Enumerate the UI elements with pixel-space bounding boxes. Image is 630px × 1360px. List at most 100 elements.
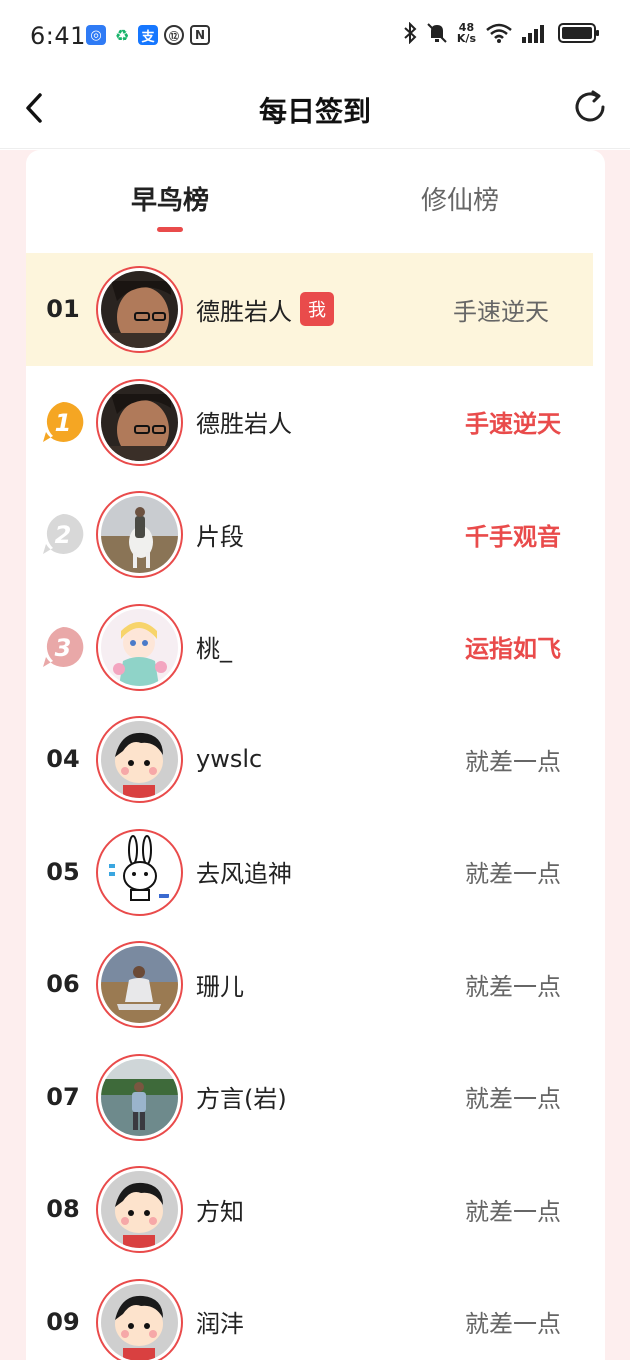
blue-app-icon: ◎ bbox=[86, 25, 106, 45]
bluetooth-icon bbox=[404, 22, 417, 44]
name-wrap: 方知 bbox=[196, 1153, 244, 1266]
user-name: 润沣 bbox=[196, 1310, 244, 1339]
rank-status: 手速逆天 bbox=[465, 410, 561, 439]
me-badge: 我 bbox=[300, 292, 334, 327]
wifi-icon bbox=[486, 23, 512, 43]
alipay-icon: 支 bbox=[138, 25, 158, 45]
rank-status: 就差一点 bbox=[465, 860, 561, 889]
avatar-photo-man-glasses bbox=[101, 271, 178, 348]
rank-row[interactable]: 05 去风追神 就差一点 bbox=[26, 816, 605, 929]
rank-medal: 1 bbox=[36, 366, 90, 479]
medal-number: 1 bbox=[55, 409, 72, 437]
user-name: 方知 bbox=[196, 1197, 244, 1226]
rank-number: 07 bbox=[46, 1082, 80, 1111]
avatar-photo-man-glasses bbox=[101, 383, 178, 461]
name-wrap: 片段 bbox=[196, 478, 244, 591]
rank-status: 就差一点 bbox=[465, 1310, 561, 1339]
rank-number: 06 bbox=[46, 970, 80, 999]
rank-status: 运指如飞 bbox=[465, 635, 561, 664]
avatar[interactable] bbox=[96, 266, 183, 353]
user-name: 去风追神 bbox=[196, 860, 292, 889]
signal-icon bbox=[522, 25, 544, 43]
rank-number: 05 bbox=[46, 857, 80, 886]
avatar[interactable] bbox=[96, 1053, 183, 1141]
name-wrap: 润沣 bbox=[196, 1266, 244, 1360]
status-app-icons: ◎ ♻ 支 ⑫ N bbox=[86, 25, 210, 45]
nfc-icon: N bbox=[190, 25, 210, 45]
page-title: 每日签到 bbox=[258, 95, 371, 128]
rank-status: 就差一点 bbox=[465, 972, 561, 1001]
user-name: ywslc bbox=[196, 745, 263, 774]
rank-status: 就差一点 bbox=[465, 1085, 561, 1114]
avatar-cartoon-boy bbox=[101, 1283, 178, 1360]
avatar[interactable] bbox=[96, 828, 183, 916]
rank-row[interactable]: 06 珊儿 就差一点 bbox=[26, 928, 605, 1041]
user-name: 桃_ bbox=[196, 635, 232, 664]
rank-number: 01 bbox=[46, 295, 80, 324]
refresh-icon bbox=[575, 90, 605, 122]
leaderboard-card: 早鸟榜 修仙榜 01 德胜岩人 我 手速逆天 1 德胜岩人 手速逆天 2 片段 … bbox=[26, 150, 605, 1360]
avatar[interactable] bbox=[96, 1166, 183, 1253]
tab-indicator bbox=[157, 227, 183, 232]
tab-bar: 早鸟榜 修仙榜 bbox=[26, 150, 605, 253]
user-name: 珊儿 bbox=[196, 972, 244, 1001]
ranking-list: 01 德胜岩人 我 手速逆天 1 德胜岩人 手速逆天 2 片段 千手观音 3 桃… bbox=[26, 253, 605, 1360]
user-name: 德胜岩人 bbox=[196, 297, 292, 326]
avatar[interactable] bbox=[96, 491, 183, 578]
avatar[interactable] bbox=[96, 603, 183, 691]
app-header: 每日签到 bbox=[0, 72, 630, 149]
avatar-cartoon-rabbit bbox=[101, 833, 178, 911]
gold-medal-icon: 1 bbox=[43, 401, 84, 442]
rank-row[interactable]: 09 润沣 就差一点 bbox=[26, 1266, 605, 1360]
circle-app-icon: ⑫ bbox=[164, 25, 184, 45]
avatar-anime-girl bbox=[101, 608, 178, 686]
rank-status: 就差一点 bbox=[465, 1197, 561, 1226]
avatar[interactable] bbox=[96, 716, 183, 803]
name-wrap: 去风追神 bbox=[196, 816, 292, 929]
silver-medal-icon: 2 bbox=[43, 514, 84, 555]
name-wrap: 方言(岩) bbox=[196, 1041, 287, 1154]
avatar[interactable] bbox=[96, 378, 183, 466]
rank-status: 就差一点 bbox=[465, 747, 561, 776]
tab-early-bird[interactable]: 早鸟榜 bbox=[90, 180, 250, 217]
avatar-photo-woman-sitting bbox=[101, 946, 178, 1023]
tab-cultivation[interactable]: 修仙榜 bbox=[380, 180, 540, 217]
name-wrap: 珊儿 bbox=[196, 928, 244, 1041]
rank-number: 08 bbox=[46, 1195, 80, 1224]
rank-row[interactable]: 3 桃_ 运指如飞 bbox=[26, 591, 605, 704]
rank-medal: 3 bbox=[36, 591, 90, 704]
avatar-photo-man-lake bbox=[101, 1058, 178, 1136]
refresh-button[interactable] bbox=[568, 85, 612, 129]
my-rank-row[interactable]: 01 德胜岩人 我 手速逆天 bbox=[26, 253, 593, 366]
name-wrap: 桃_ bbox=[196, 591, 232, 704]
medal-number: 3 bbox=[55, 634, 72, 662]
avatar[interactable] bbox=[96, 941, 183, 1028]
user-name: 方言(岩) bbox=[196, 1085, 287, 1114]
rank-number: 09 bbox=[46, 1307, 80, 1336]
name-wrap: 德胜岩人 我 bbox=[196, 253, 334, 366]
rank-status: 千手观音 bbox=[465, 522, 561, 551]
mute-icon bbox=[427, 23, 447, 43]
green-app-icon: ♻ bbox=[112, 25, 132, 45]
status-bar: 6:41 ◎ ♻ 支 ⑫ N 48 K/s bbox=[0, 0, 630, 72]
status-right-icons: 48 K/s bbox=[403, 22, 600, 44]
rank-status: 手速逆天 bbox=[453, 297, 549, 326]
user-name: 德胜岩人 bbox=[196, 410, 292, 439]
rank-row[interactable]: 08 方知 就差一点 bbox=[26, 1153, 605, 1266]
battery-icon bbox=[558, 23, 599, 43]
rank-row[interactable]: 1 德胜岩人 手速逆天 bbox=[26, 366, 605, 479]
net-speed: 48 K/s bbox=[457, 22, 476, 44]
rank-row[interactable]: 04 ywslc 就差一点 bbox=[26, 703, 605, 816]
bronze-medal-icon: 3 bbox=[43, 626, 84, 667]
name-wrap: 德胜岩人 bbox=[196, 366, 292, 479]
avatar-cartoon-boy bbox=[101, 721, 178, 798]
avatar-cartoon-boy bbox=[101, 1171, 178, 1248]
avatar[interactable] bbox=[96, 1278, 183, 1360]
name-wrap: ywslc bbox=[196, 703, 262, 816]
rank-row[interactable]: 2 片段 千手观音 bbox=[26, 478, 605, 591]
rank-row[interactable]: 07 方言(岩) 就差一点 bbox=[26, 1041, 605, 1154]
status-time: 6:41 bbox=[30, 22, 86, 50]
rank-number: 04 bbox=[46, 745, 80, 774]
net-speed-unit: K/s bbox=[456, 32, 476, 45]
rank-medal: 2 bbox=[36, 478, 90, 591]
